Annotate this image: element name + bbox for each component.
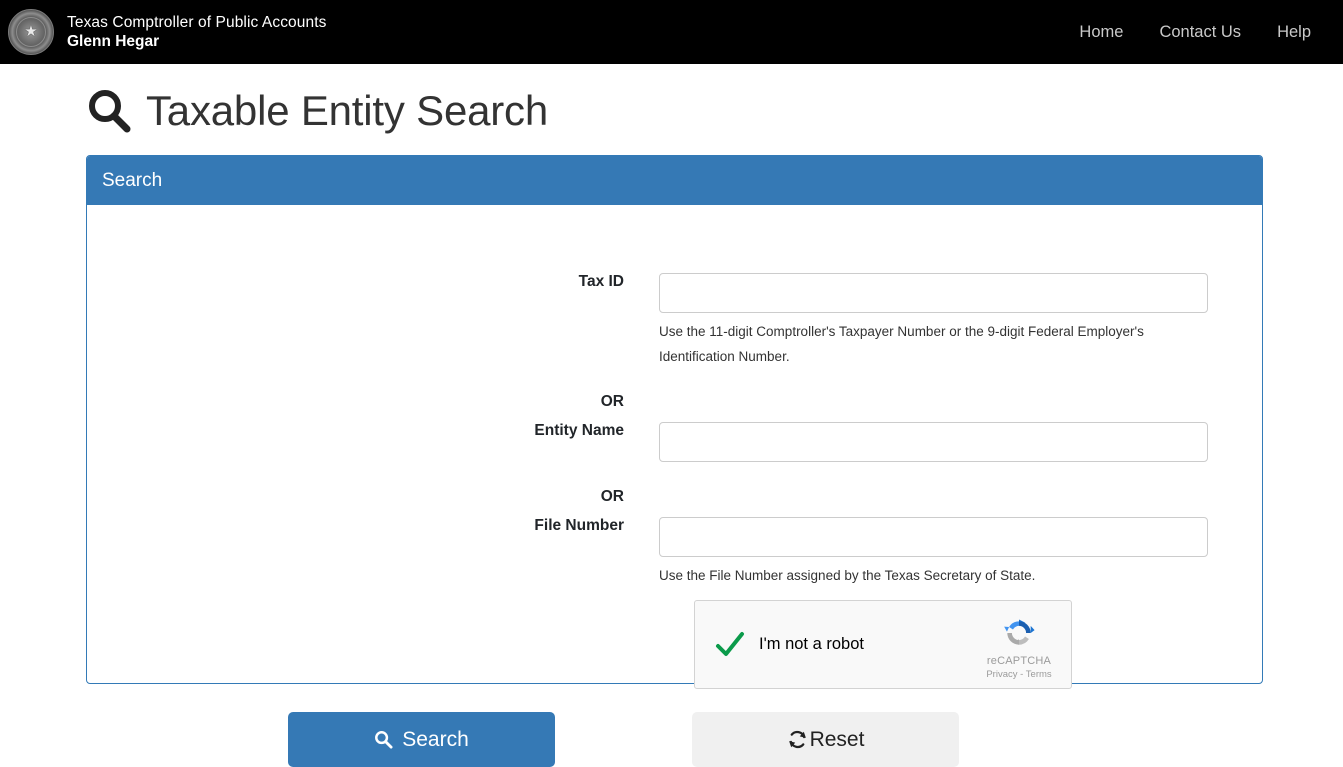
agency-name: Texas Comptroller of Public Accounts bbox=[67, 14, 327, 31]
official-name: Glenn Hegar bbox=[67, 33, 160, 50]
recaptcha-label: I'm not a robot bbox=[759, 635, 864, 653]
or-label-2: OR bbox=[600, 488, 624, 505]
recaptcha-link-separator: - bbox=[1020, 668, 1024, 680]
form-row-tax-id: Tax ID Use the 11-digit Comptroller's Ta… bbox=[87, 273, 1262, 369]
search-button-label: Search bbox=[402, 727, 469, 751]
tax-id-label: Tax ID bbox=[578, 273, 624, 290]
seal-star-icon: ★ bbox=[24, 23, 38, 41]
page-title: Taxable Entity Search bbox=[86, 86, 548, 136]
entity-name-input[interactable] bbox=[659, 422, 1208, 462]
tax-id-help-text: Use the 11-digit Comptroller's Taxpayer … bbox=[659, 324, 1144, 364]
panel-title: Search bbox=[102, 169, 163, 191]
reset-button-label: Reset bbox=[809, 727, 865, 751]
search-icon bbox=[89, 90, 131, 133]
tax-id-control: Use the 11-digit Comptroller's Taxpayer … bbox=[659, 273, 1262, 369]
recaptcha-logo-icon bbox=[1004, 619, 1035, 645]
form-row-or-1: OR bbox=[87, 393, 1262, 411]
top-navigation: Home Contact Us Help bbox=[1061, 0, 1329, 64]
form-row-entity-name: Entity Name bbox=[87, 422, 1262, 462]
tax-id-input[interactable] bbox=[659, 273, 1208, 313]
search-button[interactable]: Search bbox=[288, 712, 555, 767]
recaptcha-privacy-link[interactable]: Privacy bbox=[986, 669, 1017, 680]
nav-link-help[interactable]: Help bbox=[1259, 0, 1329, 64]
nav-link-home[interactable]: Home bbox=[1061, 0, 1141, 64]
recaptcha-widget[interactable]: I'm not a robot reCAPTCHA Privacy - Term… bbox=[694, 600, 1072, 689]
panel-body: Tax ID Use the 11-digit Comptroller's Ta… bbox=[87, 205, 1262, 689]
reset-button[interactable]: Reset bbox=[692, 712, 959, 767]
file-number-input[interactable] bbox=[659, 517, 1208, 557]
texas-state-seal-icon: ★ bbox=[8, 9, 54, 55]
file-number-help-text: Use the File Number assigned by the Texa… bbox=[659, 568, 1036, 583]
form-row-file-number: File Number Use the File Number assigned… bbox=[87, 517, 1262, 588]
search-icon bbox=[375, 731, 393, 749]
nav-link-contact-us[interactable]: Contact Us bbox=[1141, 0, 1259, 64]
brand-text: Texas Comptroller of Public Accounts Gle… bbox=[67, 13, 326, 51]
page-title-text: Taxable Entity Search bbox=[146, 87, 549, 134]
panel-heading: Search bbox=[87, 156, 1262, 205]
site-header: ★ Texas Comptroller of Public Accounts G… bbox=[0, 0, 1343, 64]
refresh-icon bbox=[788, 730, 806, 749]
brand: ★ Texas Comptroller of Public Accounts G… bbox=[0, 9, 326, 55]
entity-name-label: Entity Name bbox=[534, 422, 624, 439]
recaptcha-links: Privacy - Terms bbox=[986, 669, 1051, 680]
green-checkmark-icon bbox=[716, 631, 744, 656]
file-number-control: Use the File Number assigned by the Texa… bbox=[659, 517, 1262, 588]
entity-name-control bbox=[659, 422, 1262, 462]
file-number-label: File Number bbox=[534, 517, 624, 534]
search-panel: Search Tax ID Use the 11-digit Comptroll… bbox=[86, 155, 1263, 689]
form-row-or-2: OR bbox=[87, 488, 1262, 506]
or-label-1: OR bbox=[600, 393, 624, 410]
recaptcha-checkbox[interactable] bbox=[695, 628, 753, 662]
recaptcha-terms-link[interactable]: Terms bbox=[1026, 669, 1052, 680]
recaptcha-branding: reCAPTCHA Privacy - Terms bbox=[967, 601, 1071, 688]
recaptcha-brand-name: reCAPTCHA bbox=[986, 654, 1052, 667]
